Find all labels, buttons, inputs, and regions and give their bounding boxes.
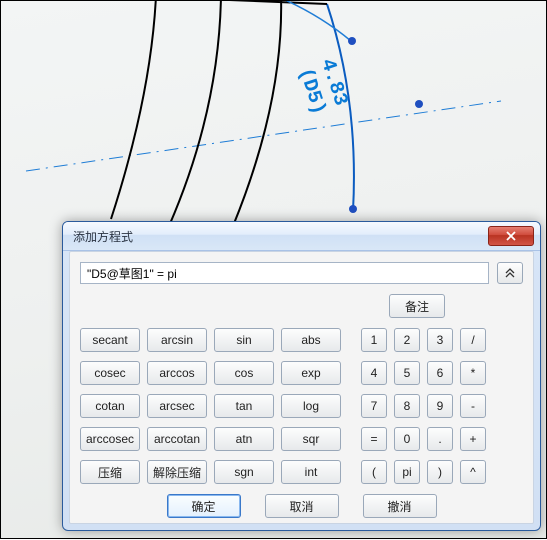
numpad-grid: 1 2 3 / 4 5 6 * 7 8 9 - = 0 . + ( <box>361 328 486 486</box>
expression-row <box>80 262 523 284</box>
remark-row: 备注 <box>80 294 523 318</box>
func-arccotan[interactable]: arccotan <box>147 427 207 451</box>
undo-button[interactable]: 撤消 <box>363 494 437 518</box>
key-4[interactable]: 4 <box>361 361 387 385</box>
key-power[interactable]: ^ <box>460 460 486 484</box>
func-arcsec[interactable]: arcsec <box>147 394 207 418</box>
key-dot[interactable]: . <box>427 427 453 451</box>
key-7[interactable]: 7 <box>361 394 387 418</box>
func-cosec[interactable]: cosec <box>80 361 140 385</box>
key-2[interactable]: 2 <box>394 328 420 352</box>
func-log[interactable]: log <box>281 394 341 418</box>
key-lparen[interactable]: ( <box>361 460 387 484</box>
expand-button[interactable] <box>497 262 523 284</box>
func-compress[interactable]: 压缩 <box>80 460 140 484</box>
close-icon <box>506 231 516 241</box>
func-exp[interactable]: exp <box>281 361 341 385</box>
func-sqr[interactable]: sqr <box>281 427 341 451</box>
func-sin[interactable]: sin <box>214 328 274 352</box>
key-equals[interactable]: = <box>361 427 387 451</box>
key-9[interactable]: 9 <box>427 394 453 418</box>
func-secant[interactable]: secant <box>80 328 140 352</box>
func-abs[interactable]: abs <box>281 328 341 352</box>
dialog-action-row: 确定 取消 撤消 <box>80 494 523 518</box>
func-cotan[interactable]: cotan <box>80 394 140 418</box>
key-1[interactable]: 1 <box>361 328 387 352</box>
func-tan[interactable]: tan <box>214 394 274 418</box>
key-plus[interactable]: + <box>460 427 486 451</box>
key-rparen[interactable]: ) <box>427 460 453 484</box>
expression-input[interactable] <box>80 262 489 284</box>
dialog-title: 添加方程式 <box>73 228 488 245</box>
viewport-3d: 4.83 (D5) 有限元技术 www.1CAE.com 添加方程式 <box>0 0 547 539</box>
key-5[interactable]: 5 <box>394 361 420 385</box>
add-equation-dialog: 添加方程式 备注 secant <box>62 221 541 531</box>
key-multiply[interactable]: * <box>460 361 486 385</box>
keypad-area: secant arcsin sin abs cosec arccos cos e… <box>80 328 523 486</box>
key-pi[interactable]: pi <box>394 460 420 484</box>
dialog-body: 备注 secant arcsin sin abs cosec arccos co… <box>69 251 534 524</box>
key-0[interactable]: 0 <box>394 427 420 451</box>
chevron-up-double-icon <box>505 268 515 278</box>
close-button[interactable] <box>488 226 534 246</box>
dialog-titlebar[interactable]: 添加方程式 <box>63 222 540 251</box>
key-divide[interactable]: / <box>460 328 486 352</box>
func-cos[interactable]: cos <box>214 361 274 385</box>
func-atn[interactable]: atn <box>214 427 274 451</box>
key-8[interactable]: 8 <box>394 394 420 418</box>
key-minus[interactable]: - <box>460 394 486 418</box>
key-3[interactable]: 3 <box>427 328 453 352</box>
func-arccosec[interactable]: arccosec <box>80 427 140 451</box>
ok-button[interactable]: 确定 <box>167 494 241 518</box>
function-grid: secant arcsin sin abs cosec arccos cos e… <box>80 328 341 486</box>
remark-button[interactable]: 备注 <box>389 294 445 318</box>
func-arcsin[interactable]: arcsin <box>147 328 207 352</box>
func-decompress[interactable]: 解除压缩 <box>147 460 207 484</box>
key-6[interactable]: 6 <box>427 361 453 385</box>
func-sgn[interactable]: sgn <box>214 460 274 484</box>
func-int[interactable]: int <box>281 460 341 484</box>
func-arccos[interactable]: arccos <box>147 361 207 385</box>
cancel-button[interactable]: 取消 <box>265 494 339 518</box>
